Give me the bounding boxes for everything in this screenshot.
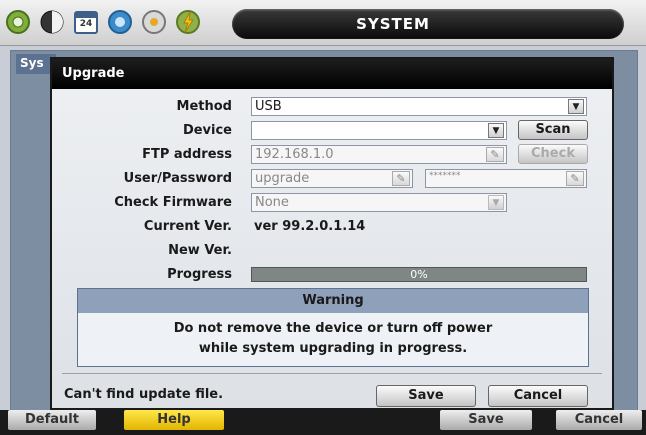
bottom-button-bar xyxy=(0,410,646,435)
alarm-icon[interactable] xyxy=(175,9,201,35)
check-firmware-select[interactable]: None ▼ xyxy=(251,193,507,212)
page-title: SYSTEM xyxy=(356,15,430,33)
check-firmware-label: Check Firmware xyxy=(114,195,232,210)
user-password-label: User/Password xyxy=(123,171,232,186)
default-button[interactable]: Default xyxy=(8,410,96,430)
save-button-bg[interactable]: Save xyxy=(440,410,532,430)
user-field[interactable]: upgrade ✎ xyxy=(251,169,413,188)
warning-box: Warning Do not remove the device or turn… xyxy=(77,288,589,367)
cancel-button-bg[interactable]: Cancel xyxy=(556,410,642,430)
display-icon[interactable] xyxy=(39,9,65,35)
chevron-down-icon[interactable]: ▼ xyxy=(568,99,584,114)
edit-icon[interactable]: ✎ xyxy=(486,147,504,162)
edit-icon[interactable]: ✎ xyxy=(566,171,584,186)
help-button[interactable]: Help xyxy=(124,410,224,430)
save-button[interactable]: Save xyxy=(376,385,476,407)
progress-text: 0% xyxy=(410,268,428,281)
method-value: USB xyxy=(255,99,282,114)
warning-message: Do not remove the device or turn off pow… xyxy=(78,313,588,366)
warning-line-2: while system upgrading in progress. xyxy=(198,341,468,356)
ftp-address-value: 192.168.1.0 xyxy=(255,147,334,162)
ftp-address-label: FTP address xyxy=(142,147,232,162)
check-button[interactable]: Check xyxy=(518,144,588,164)
current-version-label: Current Ver. xyxy=(143,219,232,234)
user-value: upgrade xyxy=(255,171,310,186)
method-select[interactable]: USB ▼ xyxy=(251,97,587,116)
calendar-day: 24 xyxy=(79,19,93,29)
status-message: Can't find update file. xyxy=(64,387,224,402)
current-version-value: ver 99.2.0.1.14 xyxy=(254,219,366,234)
device-label: Device xyxy=(182,123,232,138)
warning-line-1: Do not remove the device or turn off pow… xyxy=(173,321,493,336)
record-icon[interactable] xyxy=(107,9,133,35)
divider xyxy=(62,373,602,374)
new-version-label: New Ver. xyxy=(168,243,232,258)
title-bar: SYSTEM xyxy=(232,9,624,39)
check-firmware-value: None xyxy=(255,195,289,210)
password-field[interactable]: ******* ✎ xyxy=(425,169,587,188)
chevron-down-icon[interactable]: ▼ xyxy=(488,195,504,210)
ftp-address-field[interactable]: 192.168.1.0 ✎ xyxy=(251,145,507,164)
password-value: ******* xyxy=(429,171,461,181)
gear-icon[interactable] xyxy=(5,9,31,35)
upgrade-dialog: Upgrade Method USB ▼ Device ▼ Scan FTP a… xyxy=(50,57,614,410)
scan-button[interactable]: Scan xyxy=(518,120,588,140)
dialog-title: Upgrade xyxy=(52,59,612,89)
edit-icon[interactable]: ✎ xyxy=(392,171,410,186)
progress-bar: 0% xyxy=(251,267,587,282)
method-label: Method xyxy=(176,99,232,114)
device-select[interactable]: ▼ xyxy=(251,121,507,140)
disk-icon[interactable] xyxy=(141,9,167,35)
calendar-icon[interactable]: 24 xyxy=(73,9,99,35)
cancel-button[interactable]: Cancel xyxy=(488,385,588,407)
progress-label: Progress xyxy=(167,267,232,282)
top-toolbar: 24 SYSTEM xyxy=(0,0,646,46)
chevron-down-icon[interactable]: ▼ xyxy=(488,123,504,138)
warning-title: Warning xyxy=(78,289,588,313)
